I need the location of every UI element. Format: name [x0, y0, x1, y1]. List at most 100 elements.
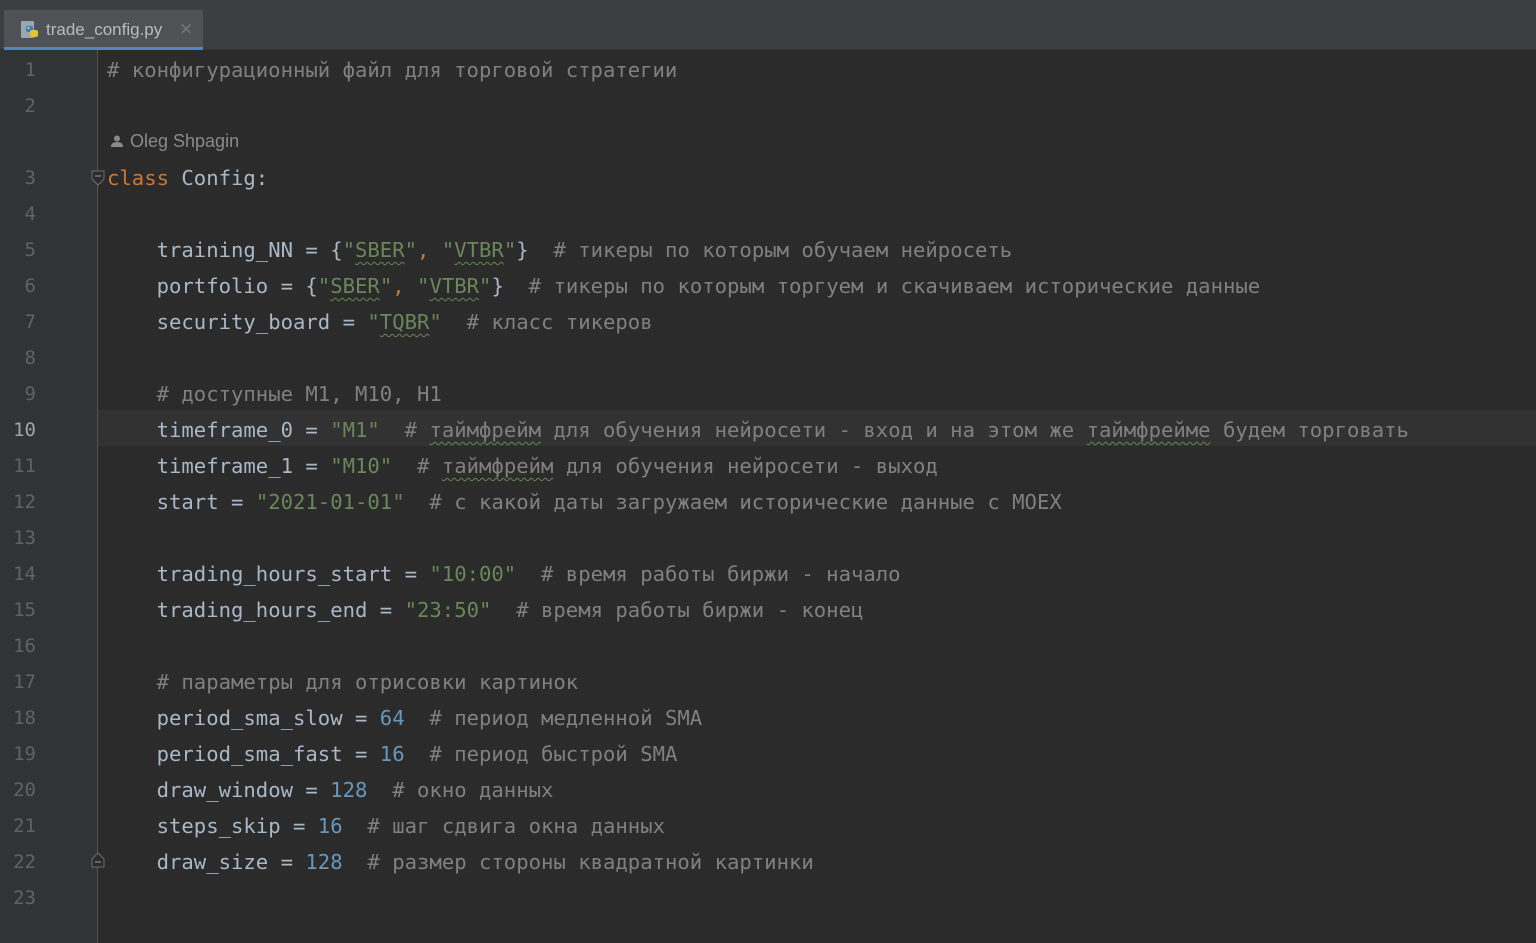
code-token: # параметры для отрисовки картинок: [156, 670, 579, 694]
code-token: ": [429, 310, 442, 334]
code-line[interactable]: trading_hours_end = "23:50" # время рабо…: [107, 592, 864, 628]
code-line[interactable]: training_NN = {"SBER", "VTBR"} # тикеры …: [107, 232, 1013, 268]
code-token: # период быстрой SMA: [429, 742, 678, 766]
code-token: таймфрейм: [429, 418, 542, 442]
code-token: ": [479, 274, 492, 298]
code-token: training_NN = {: [156, 238, 343, 262]
code-line[interactable]: period_sma_slow = 64 # период медленной …: [107, 700, 703, 736]
code-editor[interactable]: 1 # конфигурационный файл для торговой ст…: [0, 50, 1536, 943]
code-line[interactable]: # доступные M1, M10, H1: [107, 376, 442, 412]
code-token: ": [367, 310, 380, 334]
code-token: ": [404, 238, 418, 262]
code-token: draw_window =: [156, 778, 331, 802]
code-token: trading_hours_end =: [156, 598, 405, 622]
code-token: start =: [156, 490, 256, 514]
code-token: ": [379, 274, 393, 298]
code-line[interactable]: start = "2021-01-01" # с какой даты загр…: [107, 484, 1062, 520]
line-number: 10: [13, 419, 36, 441]
code-line[interactable]: # конфигурационный файл для торговой стр…: [107, 52, 677, 88]
code-token: таймфрейм: [441, 454, 554, 478]
code-token: #: [417, 454, 442, 478]
code-token: #: [404, 418, 430, 442]
code-token: class: [107, 166, 169, 190]
code-token: portfolio = {: [156, 274, 318, 298]
code-line[interactable]: steps_skip = 16 # шаг сдвига окна данных: [107, 808, 665, 844]
python-file-icon: [21, 21, 38, 38]
code-token: # конфигурационный файл для торговой стр…: [107, 58, 678, 82]
close-tab-icon[interactable]: ×: [179, 19, 193, 39]
line-number: 23: [13, 887, 36, 909]
code-token: "2021-01-01": [255, 490, 405, 514]
code-token: ": [417, 274, 430, 298]
code-token: для обучения нейросети - вход и на этом …: [541, 418, 1087, 442]
code-token: "M10": [330, 454, 393, 478]
code-token: "M1": [330, 418, 380, 442]
code-token: draw_size =: [156, 850, 306, 874]
code-token: VTBR: [454, 238, 504, 262]
code-token: # окно данных: [392, 778, 554, 802]
line-number: 13: [13, 527, 36, 549]
code-token: для обучения нейросети - выход: [553, 454, 938, 478]
line-number: 9: [24, 383, 36, 405]
code-token: ": [503, 238, 517, 262]
line-number: 6: [24, 275, 36, 297]
code-token: # время работы биржи - начало: [541, 562, 901, 586]
code-line[interactable]: security_board = "TQBR" # класс тикеров: [107, 304, 653, 340]
code-line[interactable]: draw_window = 128 # окно данных: [107, 772, 554, 808]
code-token: period_sma_slow =: [156, 706, 380, 730]
code-line[interactable]: draw_size = 128 # размер стороны квадрат…: [107, 844, 814, 880]
line-number: 8: [24, 347, 36, 369]
code-token: # доступные M1, M10, H1: [156, 382, 442, 406]
code-token: security_board =: [156, 310, 368, 334]
file-tab[interactable]: trade_config.py ×: [4, 10, 203, 50]
line-number: 15: [13, 599, 36, 621]
code-token: timeframe_0 =: [156, 418, 331, 442]
code-token: # размер стороны квадратной картинки: [367, 850, 814, 874]
code-line[interactable]: timeframe_1 = "M10" # таймфрейм для обуч…: [107, 448, 938, 484]
code-token: timeframe_1 =: [156, 454, 331, 478]
code-line[interactable]: trading_hours_start = "10:00" # время ра…: [107, 556, 901, 592]
line-number: 17: [13, 671, 36, 693]
code-token: # шаг сдвига окна данных: [367, 814, 665, 838]
code-token: SBER: [330, 274, 380, 298]
code-line[interactable]: class Config:: [107, 160, 268, 196]
tab-filename: trade_config.py: [46, 20, 163, 39]
author-inlay-hint[interactable]: Oleg Shpagin: [110, 126, 239, 156]
code-token: ,: [392, 274, 418, 298]
line-number: 16: [13, 635, 36, 657]
line-number: 7: [24, 311, 36, 333]
code-token: "10:00": [429, 562, 517, 586]
code-token: }: [491, 274, 529, 298]
line-number: 5: [24, 239, 36, 261]
user-icon: [111, 135, 123, 147]
code-line[interactable]: # параметры для отрисовки картинок: [107, 664, 579, 700]
code-token: # класс тикеров: [466, 310, 653, 334]
code-token: Config:: [169, 166, 269, 190]
fold-end-icon[interactable]: [90, 852, 106, 868]
code-line[interactable]: portfolio = {"SBER", "VTBR"} # тикеры по…: [107, 268, 1261, 304]
fold-collapse-icon[interactable]: [90, 170, 106, 186]
code-line[interactable]: period_sma_fast = 16 # период быстрой SM…: [107, 736, 678, 772]
line-number: 18: [13, 707, 36, 729]
code-token: 128: [330, 778, 368, 802]
code-token: }: [516, 238, 554, 262]
code-line[interactable]: timeframe_0 = "M1" # таймфрейм для обуче…: [107, 412, 1409, 448]
code-token: будем торговать: [1210, 418, 1409, 442]
code-token: ": [317, 274, 331, 298]
author-name: Oleg Shpagin: [130, 130, 240, 151]
code-token: 64: [379, 706, 405, 730]
